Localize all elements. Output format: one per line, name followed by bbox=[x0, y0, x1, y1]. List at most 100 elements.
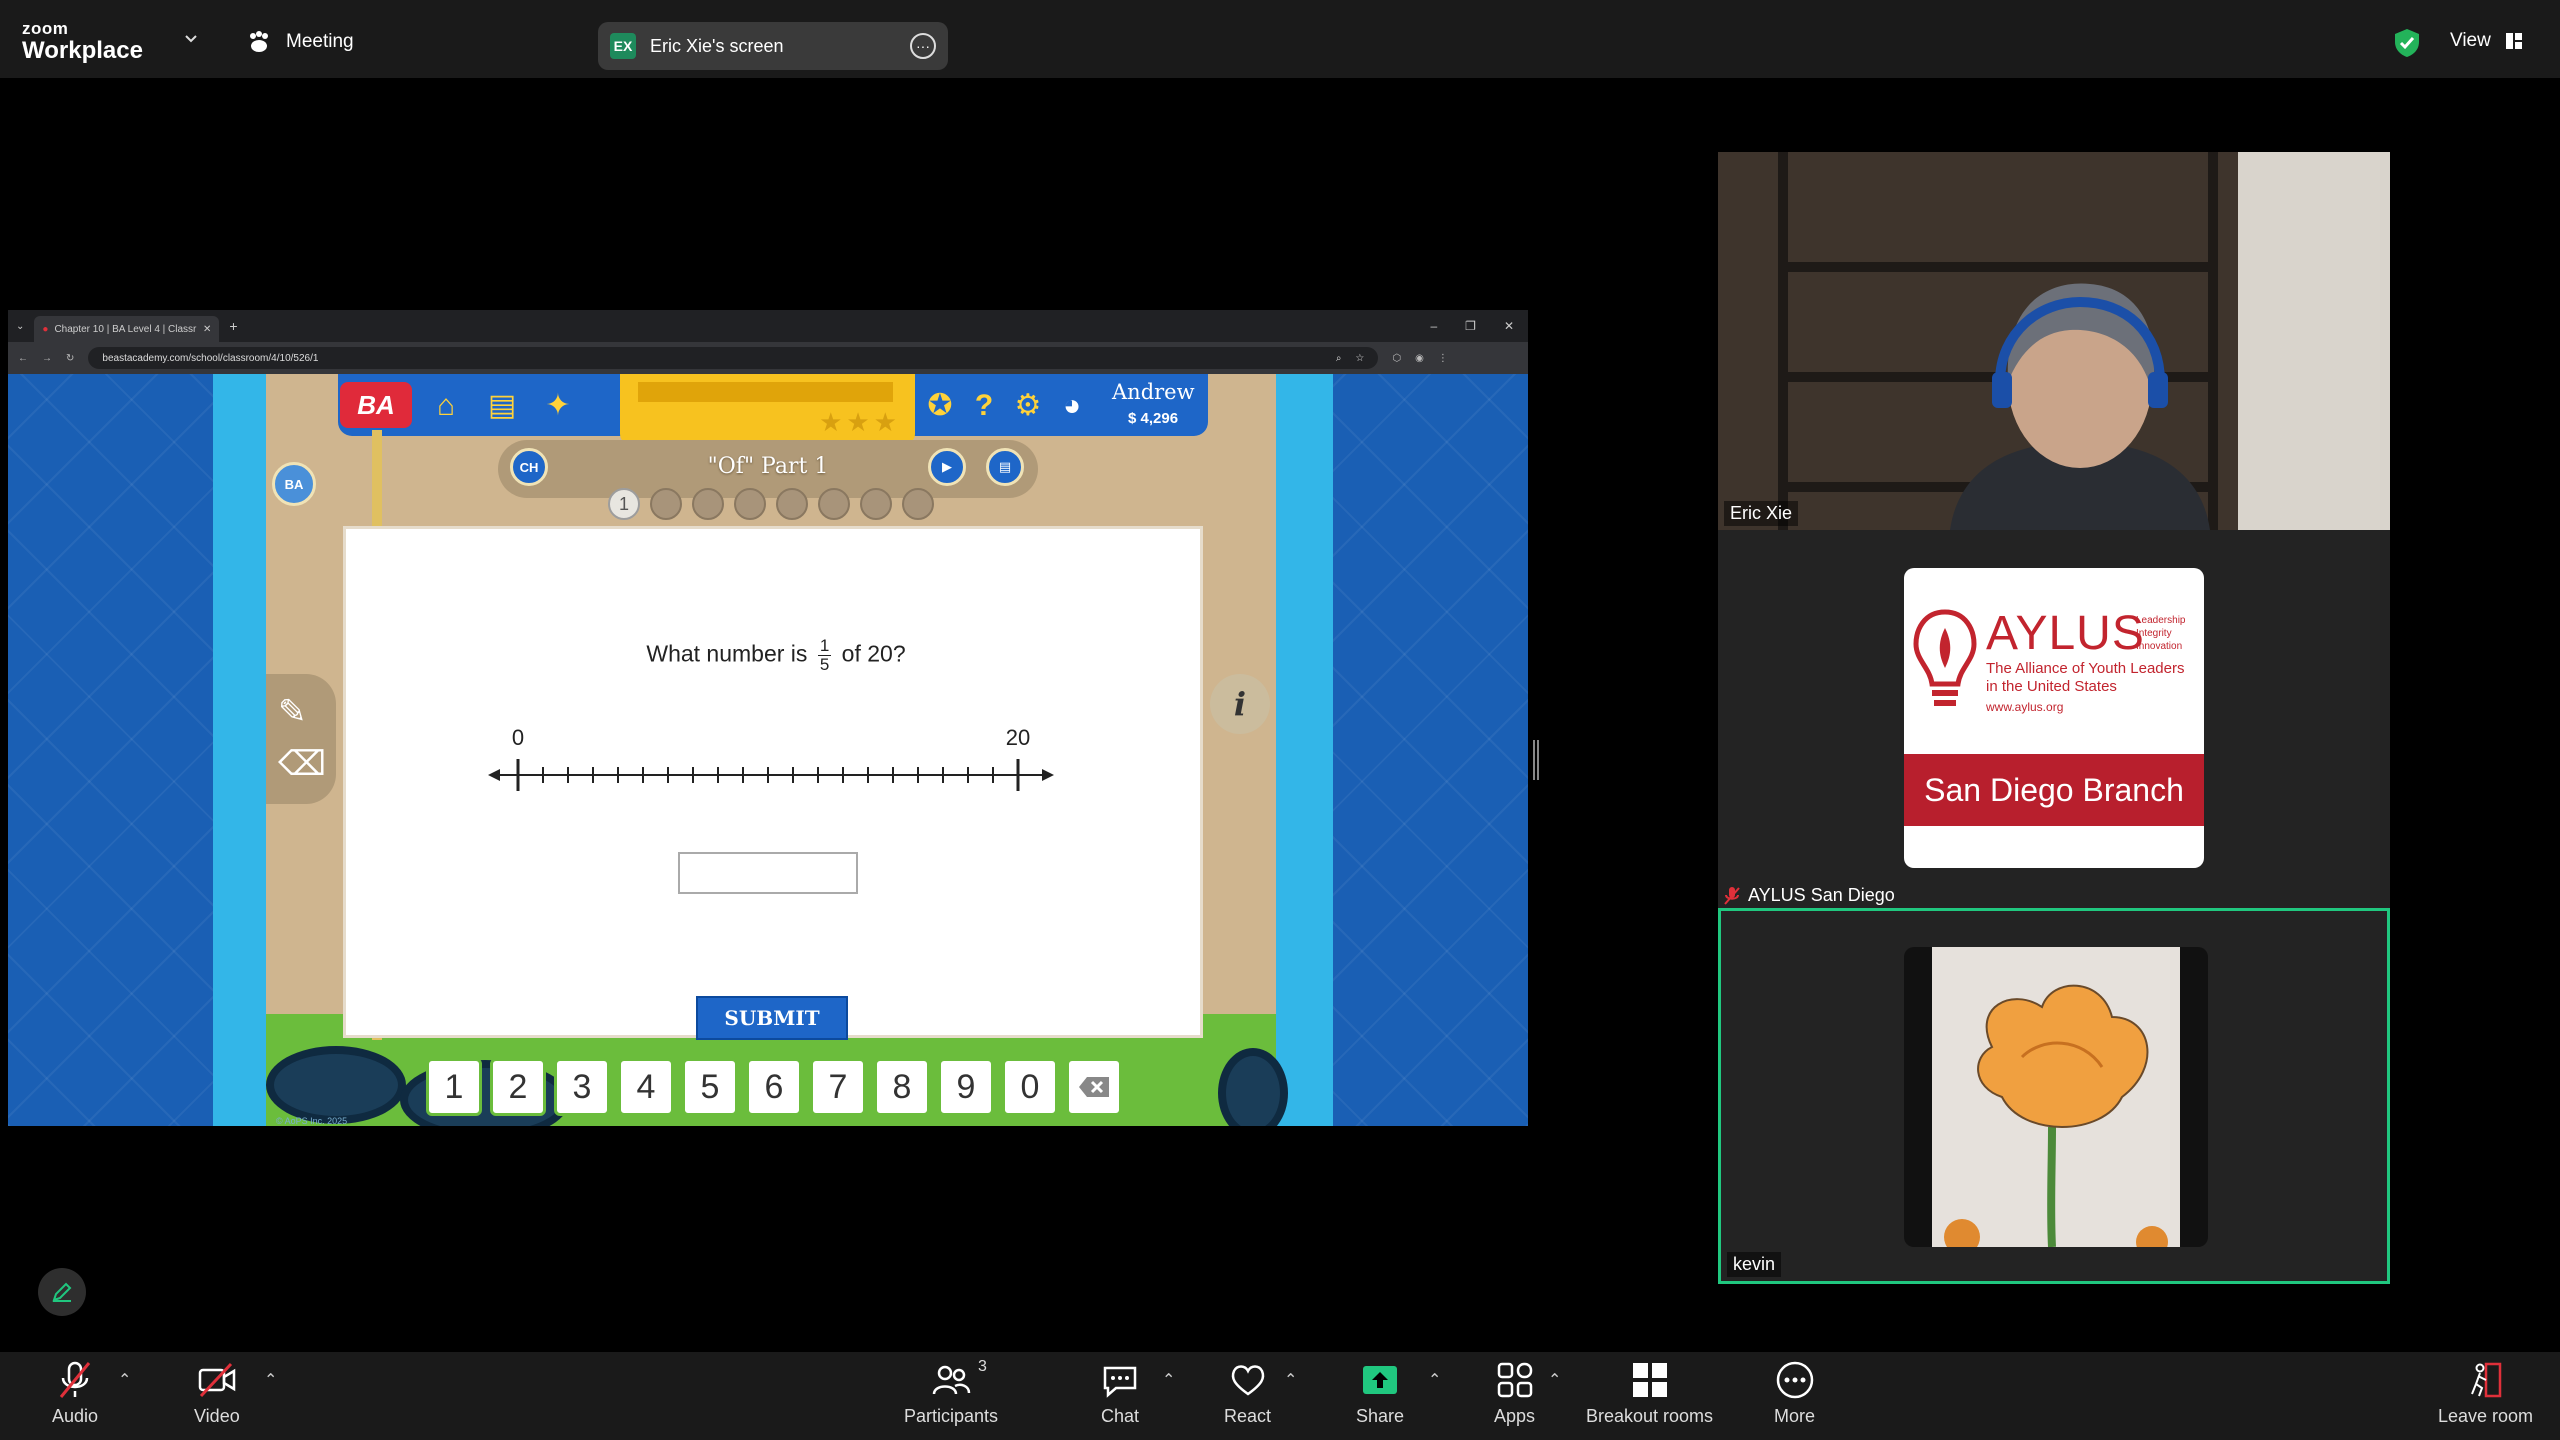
video-camera-icon[interactable]: ✦ bbox=[538, 386, 578, 426]
pencil-icon bbox=[52, 1282, 72, 1302]
screen-share-label: Eric Xie's screen bbox=[650, 35, 784, 56]
browser-menu-icon[interactable]: ⋮ bbox=[1438, 353, 1448, 364]
question-dot-locked bbox=[650, 488, 682, 520]
chat-icon bbox=[1103, 1366, 1137, 1398]
more-options-icon[interactable]: ··· bbox=[910, 33, 936, 59]
book-icon[interactable]: ▤ bbox=[482, 386, 522, 426]
avatar-icon[interactable]: ◕ bbox=[1052, 386, 1092, 426]
keypad-key[interactable]: 3 bbox=[554, 1058, 610, 1116]
back-icon[interactable]: ← bbox=[18, 353, 28, 364]
question-dot-locked bbox=[776, 488, 808, 520]
video-button[interactable]: Video bbox=[194, 1360, 240, 1427]
meeting-menu[interactable]: Meeting bbox=[246, 30, 354, 54]
apps-button[interactable]: Apps bbox=[1494, 1360, 1535, 1427]
close-window-icon[interactable]: ✕ bbox=[1504, 319, 1514, 333]
number-line: 0 20 bbox=[488, 729, 1054, 791]
zoom-icon[interactable]: ⌕ bbox=[1336, 353, 1342, 364]
close-tab-icon[interactable]: ✕ bbox=[203, 324, 211, 335]
video-off-icon bbox=[198, 1362, 236, 1398]
coin-count: $ 4,296 bbox=[1128, 410, 1179, 427]
encryption-shield-icon[interactable] bbox=[2393, 28, 2421, 58]
question-progress-dots: 1 bbox=[608, 488, 934, 520]
keypad-key[interactable]: 9 bbox=[938, 1058, 994, 1116]
tab-search-icon[interactable]: ⌄ bbox=[16, 321, 24, 332]
video-options-caret[interactable]: ⌃ bbox=[264, 1370, 277, 1390]
share-options-caret[interactable]: ⌃ bbox=[1428, 1370, 1441, 1390]
zoom-logo: zoom Workplace bbox=[22, 19, 143, 64]
chat-options-caret[interactable]: ⌃ bbox=[1162, 1370, 1175, 1390]
reload-icon[interactable]: ↻ bbox=[66, 353, 74, 364]
eraser-icon[interactable]: ⌫ bbox=[278, 744, 326, 784]
play-video-icon[interactable]: ▶ bbox=[928, 448, 966, 486]
screen-share-indicator[interactable]: EX Eric Xie's screen ··· bbox=[598, 22, 948, 70]
breakout-rooms-icon bbox=[1632, 1363, 1667, 1397]
window-background bbox=[2238, 152, 2390, 530]
browser-tab-strip: ⌄ ● Chapter 10 | BA Level 4 | Classr ✕ +… bbox=[8, 310, 1528, 342]
info-button[interactable]: i bbox=[1210, 674, 1270, 734]
paw-icon bbox=[250, 31, 268, 52]
resize-handle[interactable] bbox=[1533, 740, 1539, 780]
keypad-key[interactable]: 8 bbox=[874, 1058, 930, 1116]
right-border-strip bbox=[1273, 374, 1333, 1126]
stars-icon: ★★★ bbox=[819, 407, 901, 437]
view-button[interactable]: View bbox=[2450, 30, 2523, 52]
participant-tile-aylus[interactable]: AYLUS Leadership Integrity Innovation Th… bbox=[1718, 530, 2390, 908]
ba-logo-button[interactable]: BA bbox=[340, 382, 412, 428]
lesson-book-icon[interactable]: ▤ bbox=[986, 448, 1024, 486]
breakout-rooms-button[interactable]: Breakout rooms bbox=[1586, 1360, 1713, 1427]
participant-count: 3 bbox=[978, 1358, 987, 1375]
settings-gear-icon[interactable]: ⚙ bbox=[1008, 386, 1048, 426]
user-name[interactable]: Andrew bbox=[1112, 380, 1195, 404]
keypad-key[interactable]: 1 bbox=[426, 1058, 482, 1116]
keypad-key[interactable]: 2 bbox=[490, 1058, 546, 1116]
submit-button[interactable]: SUBMIT bbox=[696, 996, 848, 1040]
react-options-caret[interactable]: ⌃ bbox=[1284, 1370, 1297, 1390]
leave-room-button[interactable]: Leave room bbox=[2438, 1360, 2533, 1427]
home-icon[interactable]: ⌂ bbox=[426, 386, 466, 426]
keypad-key[interactable]: 5 bbox=[682, 1058, 738, 1116]
keypad-key[interactable]: 7 bbox=[810, 1058, 866, 1116]
participant-name: AYLUS San Diego bbox=[1748, 885, 1895, 905]
chevron-down-icon[interactable] bbox=[184, 32, 198, 46]
url-input[interactable]: beastacademy.com/school/classroom/4/10/5… bbox=[88, 347, 1379, 369]
new-tab-icon[interactable]: + bbox=[229, 318, 237, 334]
chapter-badge-icon[interactable]: CH bbox=[510, 448, 548, 486]
bookmark-star-icon[interactable]: ☆ bbox=[1355, 353, 1364, 364]
participant-tile-kevin[interactable]: kevin bbox=[1718, 908, 2390, 1284]
audio-button[interactable]: Audio bbox=[52, 1360, 98, 1427]
question-dot-locked bbox=[902, 488, 934, 520]
browser-tab[interactable]: ● Chapter 10 | BA Level 4 | Classr ✕ bbox=[34, 316, 220, 342]
aylus-branch-band: San Diego Branch bbox=[1904, 754, 2204, 826]
share-button[interactable]: Share bbox=[1356, 1360, 1404, 1427]
more-button[interactable]: More bbox=[1774, 1360, 1815, 1427]
extensions-icon[interactable]: ⬡ bbox=[1392, 353, 1401, 364]
progress-bar bbox=[638, 382, 893, 402]
audio-options-caret[interactable]: ⌃ bbox=[118, 1370, 131, 1390]
award-icon[interactable]: ✪ bbox=[920, 386, 960, 426]
maximize-icon[interactable]: ❐ bbox=[1465, 319, 1476, 333]
backspace-key-icon[interactable] bbox=[1066, 1058, 1122, 1116]
forward-icon[interactable]: → bbox=[42, 353, 52, 364]
answer-input[interactable] bbox=[678, 852, 858, 894]
keypad-key[interactable]: 4 bbox=[618, 1058, 674, 1116]
apps-options-caret[interactable]: ⌃ bbox=[1548, 1370, 1561, 1390]
react-button[interactable]: React bbox=[1224, 1360, 1271, 1427]
keypad-key[interactable]: 6 bbox=[746, 1058, 802, 1116]
aylus-logo-card: AYLUS Leadership Integrity Innovation Th… bbox=[1904, 568, 2204, 868]
chat-button[interactable]: Chat bbox=[1100, 1360, 1140, 1427]
keypad-key[interactable]: 0 bbox=[1002, 1058, 1058, 1116]
participant-name: kevin bbox=[1727, 1252, 1782, 1277]
side-ba-logo-icon[interactable]: BA bbox=[272, 462, 316, 506]
sharer-avatar: EX bbox=[610, 33, 636, 59]
annotate-button[interactable] bbox=[38, 1268, 86, 1316]
question-dot-locked bbox=[692, 488, 724, 520]
participant-tile-eric[interactable]: Eric Xie bbox=[1718, 152, 2390, 530]
browser-tab-title: Chapter 10 | BA Level 4 | Classr bbox=[54, 323, 197, 335]
top-bar: zoom Workplace Meeting EX Eric Xie's scr… bbox=[0, 0, 2560, 78]
pencil-icon[interactable]: ✎ bbox=[278, 692, 307, 732]
question-dot-locked bbox=[734, 488, 766, 520]
question-dot-current[interactable]: 1 bbox=[608, 488, 640, 520]
help-icon[interactable]: ? bbox=[964, 386, 1004, 426]
minimize-icon[interactable]: – bbox=[1430, 319, 1437, 333]
profile-icon[interactable]: ◉ bbox=[1415, 353, 1424, 364]
